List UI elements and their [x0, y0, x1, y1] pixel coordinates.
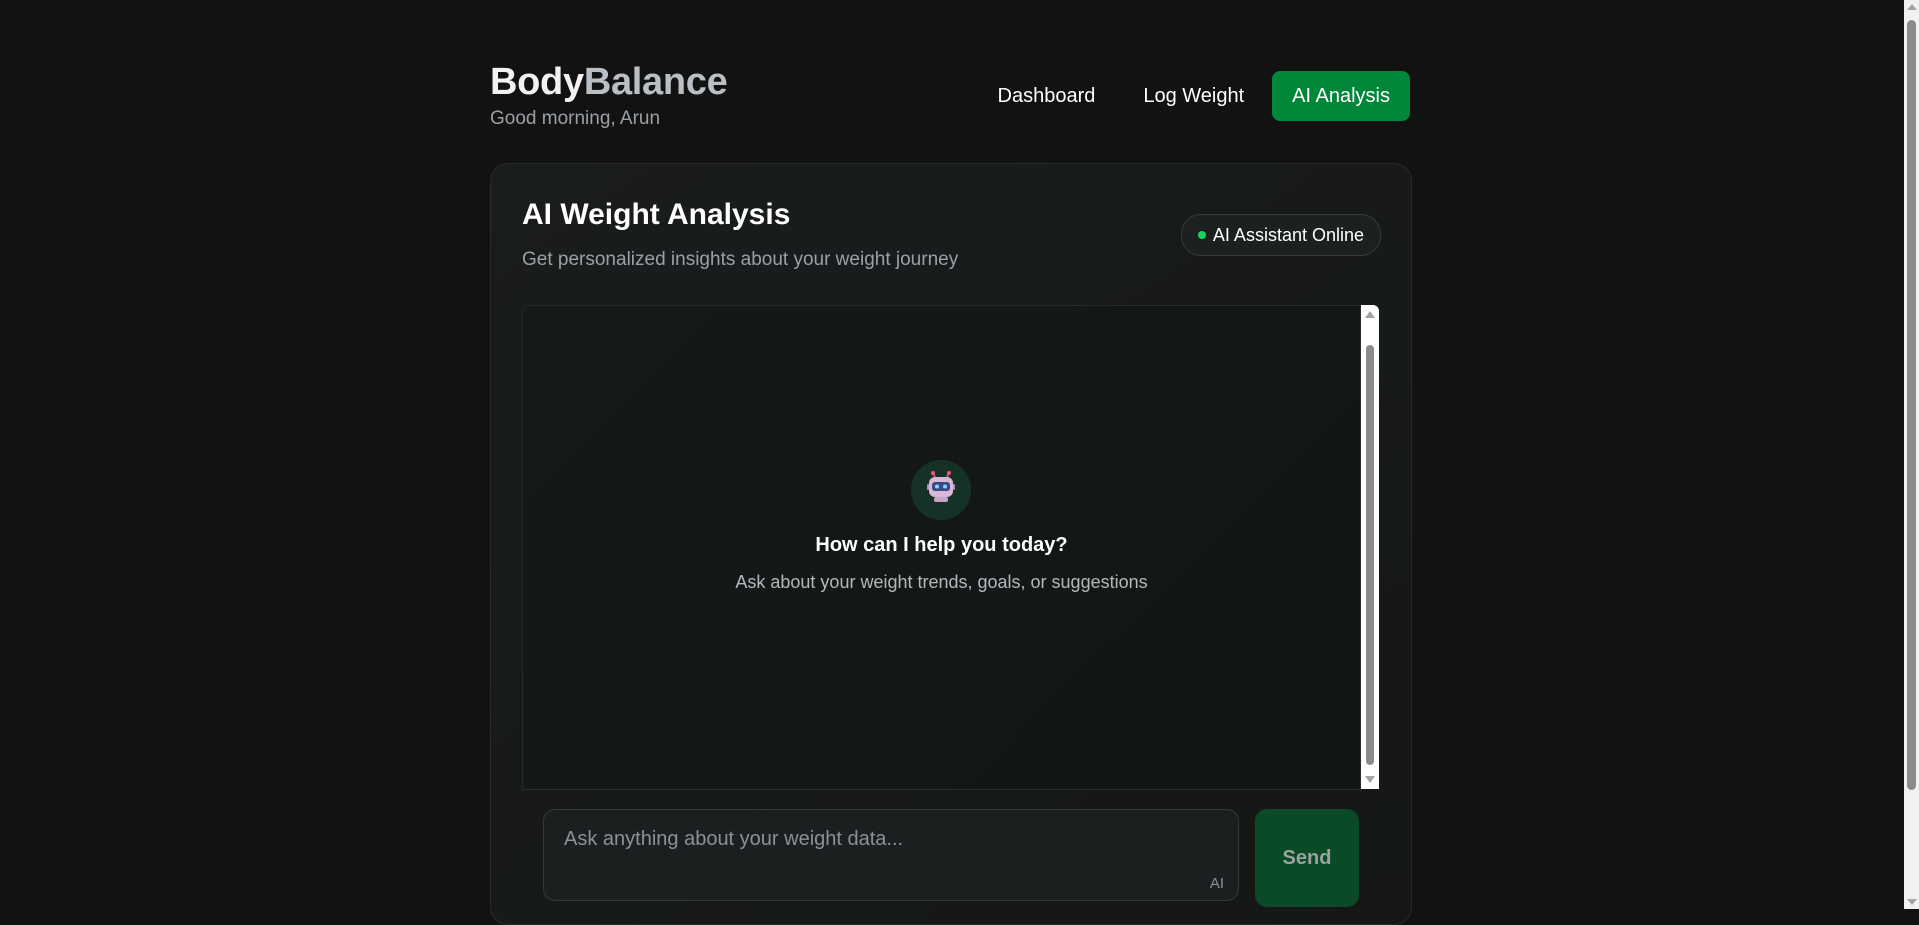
robot-avatar	[911, 460, 971, 520]
greeting: Good morning, Arun	[490, 108, 661, 129]
scroll-up-arrow-icon[interactable]	[1365, 311, 1375, 318]
robot-icon	[927, 471, 955, 502]
chat-input[interactable]	[544, 810, 1238, 900]
page-scroll-thumb[interactable]	[1907, 20, 1916, 790]
scroll-down-arrow-icon[interactable]	[1365, 776, 1375, 783]
page-scroll-up-arrow-icon[interactable]	[1907, 4, 1917, 10]
brand-name-part2: Balance	[583, 61, 728, 103]
app-container: BodyBalance Good morning, Arun Dashboard…	[490, 0, 1412, 925]
status-label: AI Assistant Online	[1212, 224, 1364, 245]
nav-ai-analysis[interactable]: AI Analysis	[1272, 71, 1410, 121]
nav-dashboard[interactable]: Dashboard	[978, 71, 1116, 121]
chat-input-box: AI	[543, 809, 1239, 901]
send-button[interactable]: Send	[1255, 809, 1359, 907]
nav-log-weight[interactable]: Log Weight	[1123, 71, 1264, 121]
brand-name-part1: Body	[490, 61, 584, 103]
page-scrollbar[interactable]	[1904, 0, 1919, 909]
page-subtitle: Get personalized insights about your wei…	[522, 249, 959, 270]
empty-state-title: How can I help you today?	[815, 534, 1068, 556]
brand-logo: BodyBalance	[490, 60, 728, 104]
empty-state-subtitle: Ask about your weight trends, goals, or …	[735, 572, 1148, 592]
chat-scrollbar[interactable]	[1361, 305, 1379, 789]
main-nav: Dashboard Log Weight AI Analysis	[978, 71, 1410, 121]
online-dot-icon	[1197, 231, 1206, 239]
chat-messages-area[interactable]: How can I help you today? Ask about your…	[522, 305, 1361, 790]
scroll-thumb[interactable]	[1366, 345, 1374, 765]
ai-analysis-card: AI Weight Analysis Get personalized insi…	[490, 163, 1412, 925]
status-badge: AI Assistant Online	[1180, 214, 1381, 256]
page-title: AI Weight Analysis	[522, 198, 791, 231]
brand: BodyBalance Good morning, Arun	[490, 60, 728, 130]
page-scroll-down-arrow-icon[interactable]	[1907, 899, 1917, 905]
ai-tag: AI	[1209, 875, 1224, 892]
